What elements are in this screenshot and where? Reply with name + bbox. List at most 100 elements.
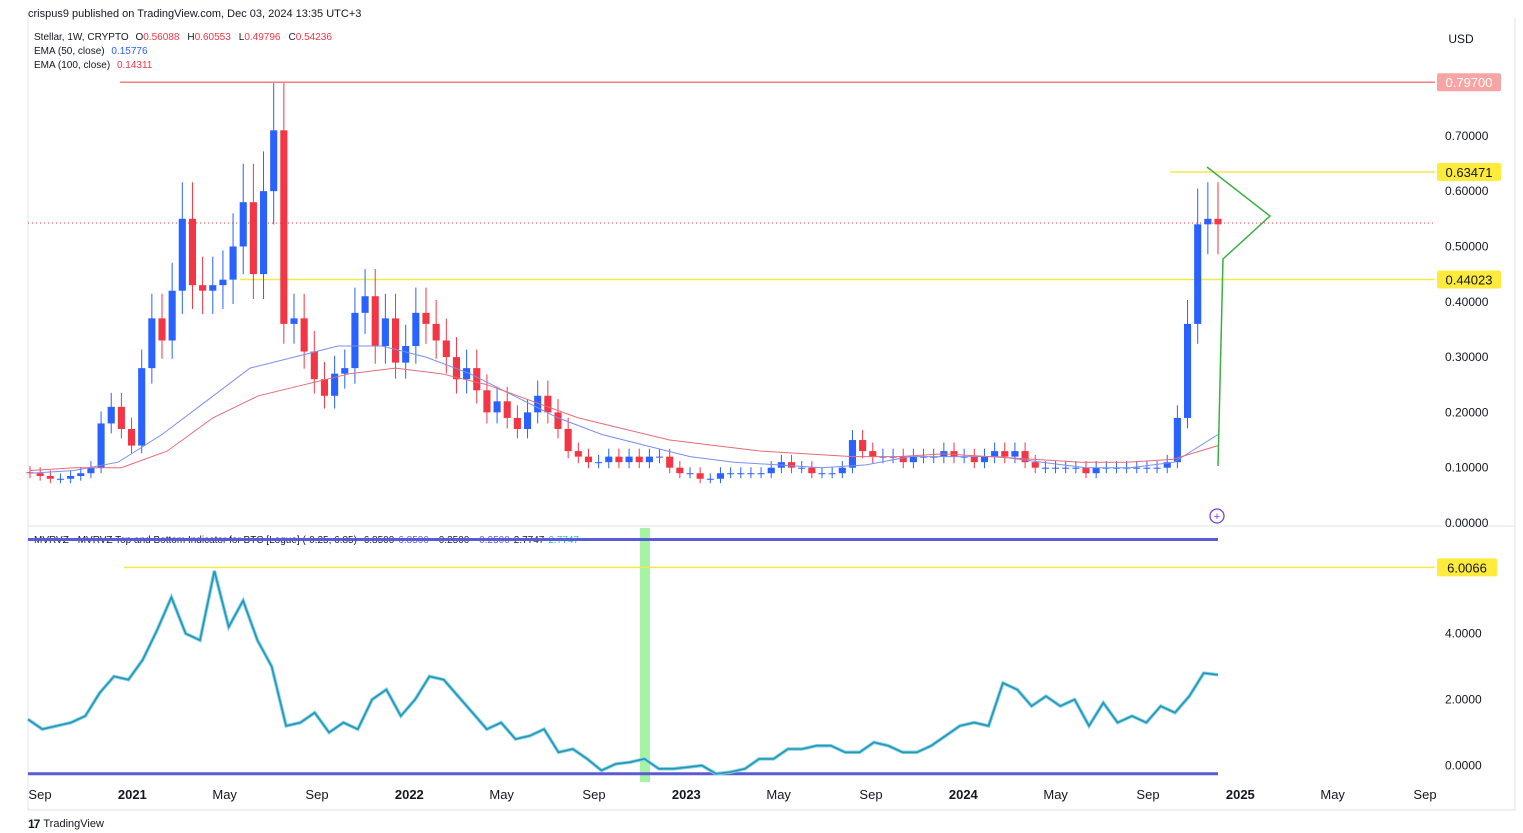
- indicator-axis-tick: 4.0000: [1445, 627, 1482, 641]
- candle-body: [87, 467, 95, 474]
- candle-body: [574, 451, 582, 457]
- level-price-label: 0.79700: [1446, 75, 1493, 90]
- candle-body: [564, 428, 572, 452]
- candle-body: [46, 475, 54, 479]
- candle-body: [371, 296, 379, 347]
- price-axis-tick: 0.30000: [1445, 350, 1489, 364]
- candle-body: [706, 478, 714, 480]
- ema100-line: [29, 367, 1219, 471]
- candle-body: [1072, 467, 1080, 469]
- candle-body: [158, 318, 166, 341]
- candle-body: [391, 318, 400, 363]
- candle-body: [869, 451, 877, 457]
- time-axis-tick: 2024: [949, 787, 979, 802]
- indicator-axis-tick: 0.0000: [1445, 759, 1482, 773]
- candle-body: [77, 473, 85, 476]
- level-price-label: 0.44023: [1446, 273, 1493, 288]
- candle-body: [1082, 467, 1090, 474]
- time-axis-tick: 2022: [395, 787, 424, 802]
- plus-icon: +: [1214, 511, 1220, 523]
- time-axis-tick: May: [1320, 787, 1345, 802]
- candle-body: [635, 456, 643, 463]
- candle-body: [716, 473, 725, 479]
- level-price-label: 0.63471: [1446, 165, 1493, 180]
- candle-body: [595, 462, 603, 464]
- candle-body: [67, 475, 75, 479]
- candle-body: [767, 467, 775, 474]
- time-axis-tick: Sep: [1413, 787, 1436, 802]
- candle-body: [1133, 467, 1141, 469]
- time-axis-tick: May: [489, 787, 514, 802]
- candle-body: [544, 395, 552, 413]
- candle-body: [97, 423, 105, 468]
- candle-body: [676, 467, 684, 474]
- time-axis-tick: Sep: [305, 787, 328, 802]
- candle-body: [1062, 467, 1070, 469]
- candle-body: [341, 368, 349, 374]
- candle-body: [1092, 467, 1100, 474]
- candle-body: [493, 401, 501, 413]
- candle-body: [686, 473, 694, 475]
- candle-body: [1041, 467, 1049, 469]
- candle-body: [980, 456, 989, 463]
- candle-body: [473, 368, 481, 391]
- candle-body: [645, 456, 653, 463]
- candle-body: [503, 401, 511, 418]
- candle-body: [828, 473, 836, 475]
- tradingview-footer[interactable]: 17 TradingView: [28, 817, 104, 831]
- candle-body: [199, 285, 207, 291]
- candle-body: [787, 462, 796, 468]
- candle-body: [605, 456, 613, 463]
- candle-body: [1051, 467, 1060, 469]
- price-axis-tick: 0.10000: [1445, 461, 1489, 475]
- candle-body: [290, 318, 298, 324]
- indicator-axis-tick: 2.0000: [1445, 693, 1482, 707]
- candle-body: [727, 473, 735, 475]
- candle-body: [808, 467, 816, 474]
- candle-body: [584, 456, 593, 463]
- candle-body: [249, 202, 257, 275]
- candle-body: [1183, 323, 1192, 418]
- candle-body: [442, 340, 450, 358]
- candle-body: [117, 406, 125, 429]
- candle-body: [1011, 451, 1019, 457]
- candle-body: [36, 473, 44, 476]
- ema50-line: [29, 345, 1219, 474]
- candle-body: [483, 390, 491, 413]
- time-axis-tick: May: [766, 787, 791, 802]
- candle-body: [300, 318, 308, 352]
- candle-body: [523, 412, 532, 429]
- candle-body: [1194, 224, 1202, 324]
- candle-body: [757, 473, 765, 475]
- candle-body: [970, 456, 978, 463]
- candle-body: [320, 379, 329, 396]
- price-axis-tick: 0.20000: [1445, 405, 1489, 419]
- candle-body: [219, 279, 227, 286]
- candle-body: [838, 467, 846, 474]
- price-axis-tick: 0.70000: [1445, 129, 1489, 143]
- candle-body: [747, 473, 755, 475]
- candle-body: [1001, 451, 1009, 457]
- time-axis-tick: May: [212, 787, 237, 802]
- brand-label: TradingView: [43, 818, 104, 830]
- chart-canvas[interactable]: 0.00000 0.10000 0.20000 0.30000 0.40000 0.500…: [0, 0, 1523, 833]
- price-axis-tick: 0.50000: [1445, 239, 1489, 253]
- bottom-zone-highlight: [640, 528, 650, 782]
- time-axis-tick: Sep: [859, 787, 882, 802]
- time-axis-tick: Sep: [582, 787, 605, 802]
- candle-body: [402, 346, 410, 363]
- candle-body: [178, 218, 186, 291]
- candle-body: [280, 130, 288, 324]
- candle-body: [381, 318, 389, 347]
- time-axis-tick: 2025: [1226, 787, 1255, 802]
- candle-body: [412, 312, 420, 347]
- candle-body: [818, 473, 826, 475]
- candle-body: [615, 456, 623, 463]
- indicator-level-label: 6.0066: [1447, 560, 1487, 575]
- candle-body: [798, 467, 806, 469]
- candle-body: [188, 218, 197, 286]
- time-axis-tick: 2023: [672, 787, 701, 802]
- candle-body: [1153, 467, 1161, 469]
- candle-body: [554, 412, 562, 429]
- candle-body: [1031, 462, 1039, 468]
